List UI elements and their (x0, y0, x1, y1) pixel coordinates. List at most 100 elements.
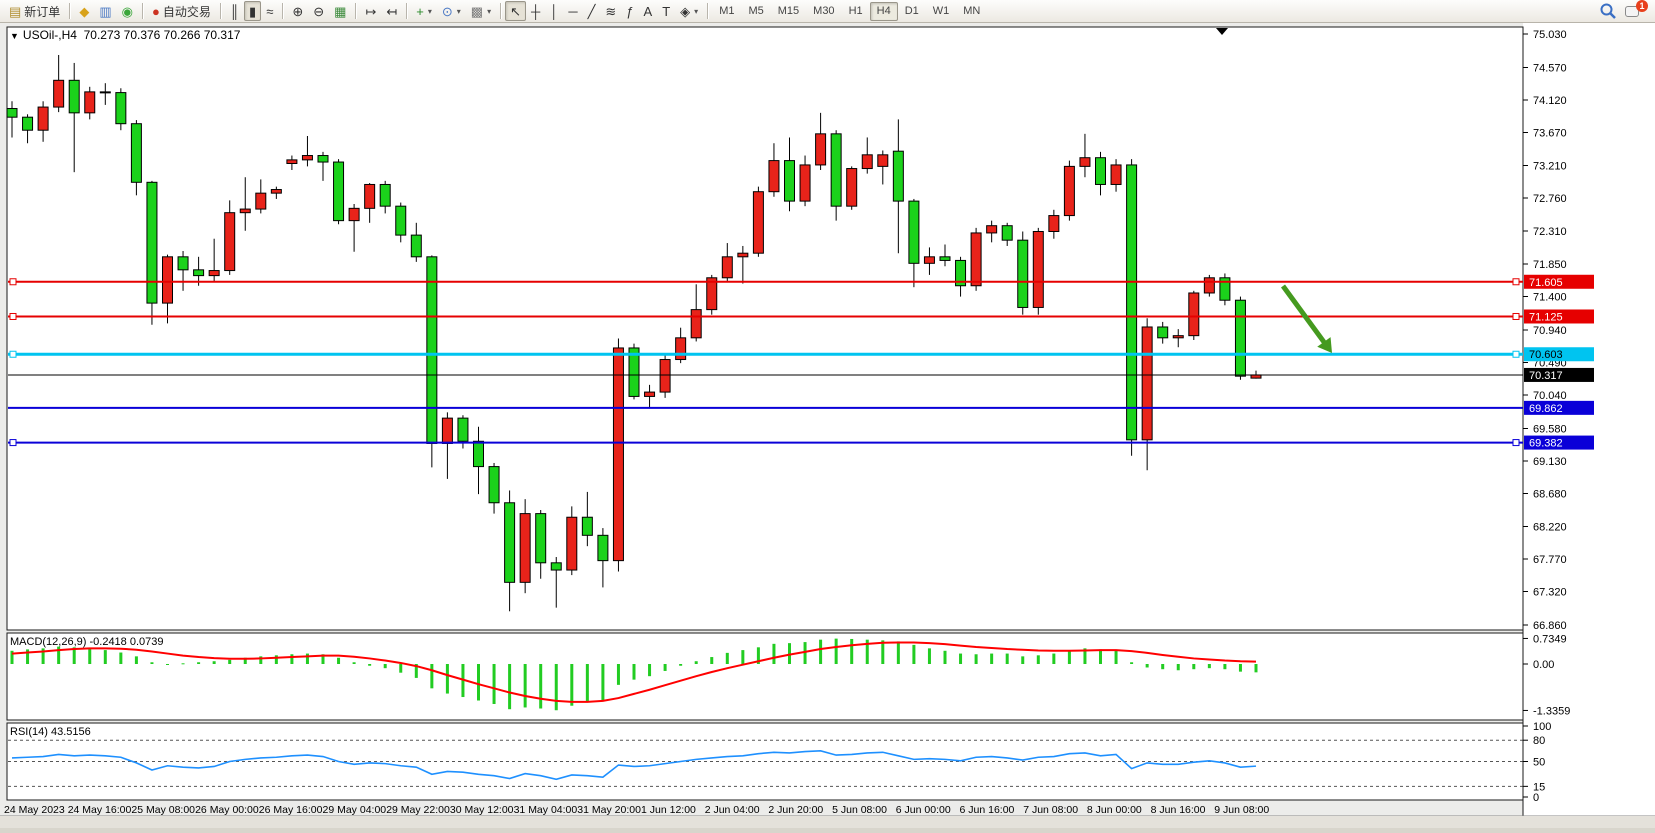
line-handle[interactable] (1513, 440, 1519, 446)
toolbar-separator (282, 3, 283, 19)
chart-shift-button[interactable]: ↤ (381, 1, 402, 21)
toolbar-group: ⊕ ⊖ ▦ (287, 0, 351, 22)
timeframe-h4-button[interactable]: H4 (870, 2, 898, 21)
main-price-panel (7, 27, 1523, 630)
timeframe-m5-button[interactable]: M5 (741, 2, 770, 21)
templates-button[interactable]: ▩▾ (466, 1, 496, 21)
price-tick-label: 66.860 (1533, 620, 1567, 632)
timeframe-m1-button[interactable]: M1 (712, 2, 741, 21)
indicators-dropdown-icon[interactable]: ▾ (428, 7, 432, 16)
crosshair-button[interactable]: ┼ (526, 1, 545, 21)
chart-candles-icon: ▮ (249, 5, 256, 18)
macd-axis-label: 0.7349 (1533, 633, 1567, 645)
candle (116, 88, 126, 130)
price-badge: 70.603 (1524, 347, 1594, 361)
toolbar-group: ↖┼ │ ─ ╱ ≋ ƒAT◈▾ (505, 0, 703, 22)
price-tick-label: 70.940 (1533, 325, 1567, 337)
price-tick-label: 70.040 (1533, 390, 1567, 402)
templates-dropdown-icon[interactable]: ▾ (487, 7, 491, 16)
price-tick-label: 71.400 (1533, 292, 1567, 304)
toolbar-right: 1 (1599, 2, 1651, 20)
price-tick-label: 72.310 (1533, 226, 1567, 238)
text-label-button[interactable]: T (657, 1, 675, 21)
timeframe-m15-button[interactable]: M15 (771, 2, 806, 21)
macd-indicator-label: MACD(12,26,9) -0.2418 0.0739 (10, 636, 164, 648)
notifications-icon[interactable]: 1 (1625, 3, 1645, 19)
arrows-dropdown-icon[interactable]: ▾ (694, 7, 698, 16)
search-icon[interactable] (1599, 2, 1617, 20)
time-tick-label: 6 Jun 16:00 (960, 804, 1015, 816)
time-tick-label: 7 Jun 08:00 (1023, 804, 1078, 816)
market-watch-button[interactable]: ◆ (74, 1, 94, 21)
data-window-button[interactable]: ▥ (94, 1, 116, 21)
text-icon: A (644, 5, 653, 18)
macd-signal-value: 0.0739 (130, 636, 164, 648)
macd-name: MACD(12,26,9) (10, 636, 86, 648)
toolbar-separator (142, 3, 143, 19)
zoom-in-button[interactable]: ⊕ (287, 1, 308, 21)
line-handle[interactable] (1513, 351, 1519, 357)
candle (520, 499, 530, 593)
line-handle[interactable] (10, 279, 16, 285)
horizontal-line-button[interactable]: ─ (563, 1, 582, 21)
trendline-button[interactable]: ╱ (583, 1, 601, 21)
chart-window: ▼USOil-,H4 70.273 70.376 70.266 70.317 M… (0, 23, 1655, 828)
rsi-name: RSI(14) (10, 726, 48, 738)
price-tick-label: 69.580 (1533, 423, 1567, 435)
indicators-button[interactable]: +▾ (411, 1, 437, 21)
zoom-out-button[interactable]: ⊖ (308, 1, 329, 21)
svg-text:70.603: 70.603 (1529, 349, 1563, 361)
periods-button[interactable]: ⊙▾ (437, 1, 466, 21)
toolbar-group: ●自动交易 (147, 0, 216, 22)
auto-scroll-button[interactable]: ↦ (360, 1, 381, 21)
autotrade-button[interactable]: ●自动交易 (147, 1, 216, 21)
market-watch-icon: ◆ (79, 5, 89, 18)
chart-bars-button[interactable]: ║ (225, 1, 244, 21)
candle (629, 344, 639, 400)
line-handle[interactable] (10, 313, 16, 319)
timeframe-w1-button[interactable]: W1 (926, 2, 957, 21)
horizontal-line-icon: ─ (568, 5, 577, 18)
cursor-button[interactable]: ↖ (505, 1, 526, 21)
vertical-line-icon: │ (550, 5, 558, 18)
collapse-triangle-icon[interactable]: ▼ (10, 31, 19, 41)
toolbar-separator (355, 3, 356, 19)
price-badge: 71.125 (1524, 309, 1594, 323)
equidistant-channel-icon: ≋ (605, 5, 616, 18)
chart-candles-button[interactable]: ▮ (244, 1, 261, 21)
rsi-indicator-label: RSI(14) 43.5156 (10, 726, 91, 738)
timeframe-d1-button[interactable]: D1 (898, 2, 926, 21)
candle (847, 166, 857, 209)
new-order-button[interactable]: ▤新订单 (4, 1, 65, 21)
navigator-button[interactable]: ◉ (117, 1, 138, 21)
timeframe-h1-button[interactable]: H1 (842, 2, 870, 21)
equidistant-channel-button[interactable]: ≋ (600, 1, 621, 21)
zoom-out-icon: ⊖ (313, 5, 324, 18)
fibonacci-button[interactable]: ƒ (621, 1, 638, 21)
templates-icon: ▩ (471, 5, 483, 18)
timeframe-mn-button[interactable]: MN (956, 2, 987, 21)
timeframe-m30-button[interactable]: M30 (806, 2, 841, 21)
svg-text:69.382: 69.382 (1529, 438, 1563, 450)
tile-windows-icon: ▦ (334, 5, 346, 18)
chart-line-button[interactable]: ≈ (261, 1, 278, 21)
tile-windows-button[interactable]: ▦ (329, 1, 351, 21)
line-handle[interactable] (1513, 279, 1519, 285)
arrows-button[interactable]: ◈▾ (675, 1, 703, 21)
candle (334, 159, 344, 224)
line-handle[interactable] (10, 440, 16, 446)
chart-symbol-period: USOil-,H4 (23, 28, 77, 42)
price-tick-label: 75.030 (1533, 29, 1567, 41)
line-handle[interactable] (10, 351, 16, 357)
candle (1189, 291, 1199, 340)
candle (1018, 231, 1028, 314)
line-handle[interactable] (1513, 313, 1519, 319)
price-tick-label: 68.220 (1533, 522, 1567, 534)
candle (660, 353, 670, 398)
periods-dropdown-icon[interactable]: ▾ (457, 7, 461, 16)
navigator-icon: ◉ (122, 5, 133, 18)
time-tick-label: 30 May 12:00 (450, 804, 514, 816)
text-button[interactable]: A (639, 1, 658, 21)
time-tick-label: 26 May 16:00 (259, 804, 323, 816)
vertical-line-button[interactable]: │ (545, 1, 563, 21)
